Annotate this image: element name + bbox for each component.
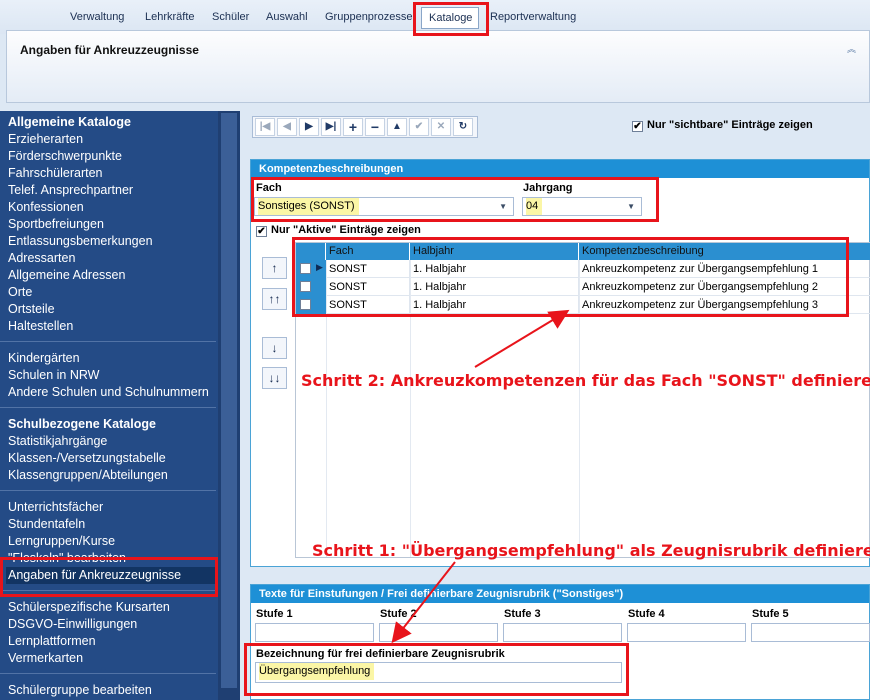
annotation-step2: Schritt 2: Ankreuzkompetenzen für das Fa… [301,371,870,390]
annotation-arrows [391,309,570,644]
arrow-step2 [474,309,570,368]
arrow-step1 [391,561,456,644]
annotation-step1: Schritt 1: "Übergangsempfehlung" als Zeu… [312,541,870,560]
